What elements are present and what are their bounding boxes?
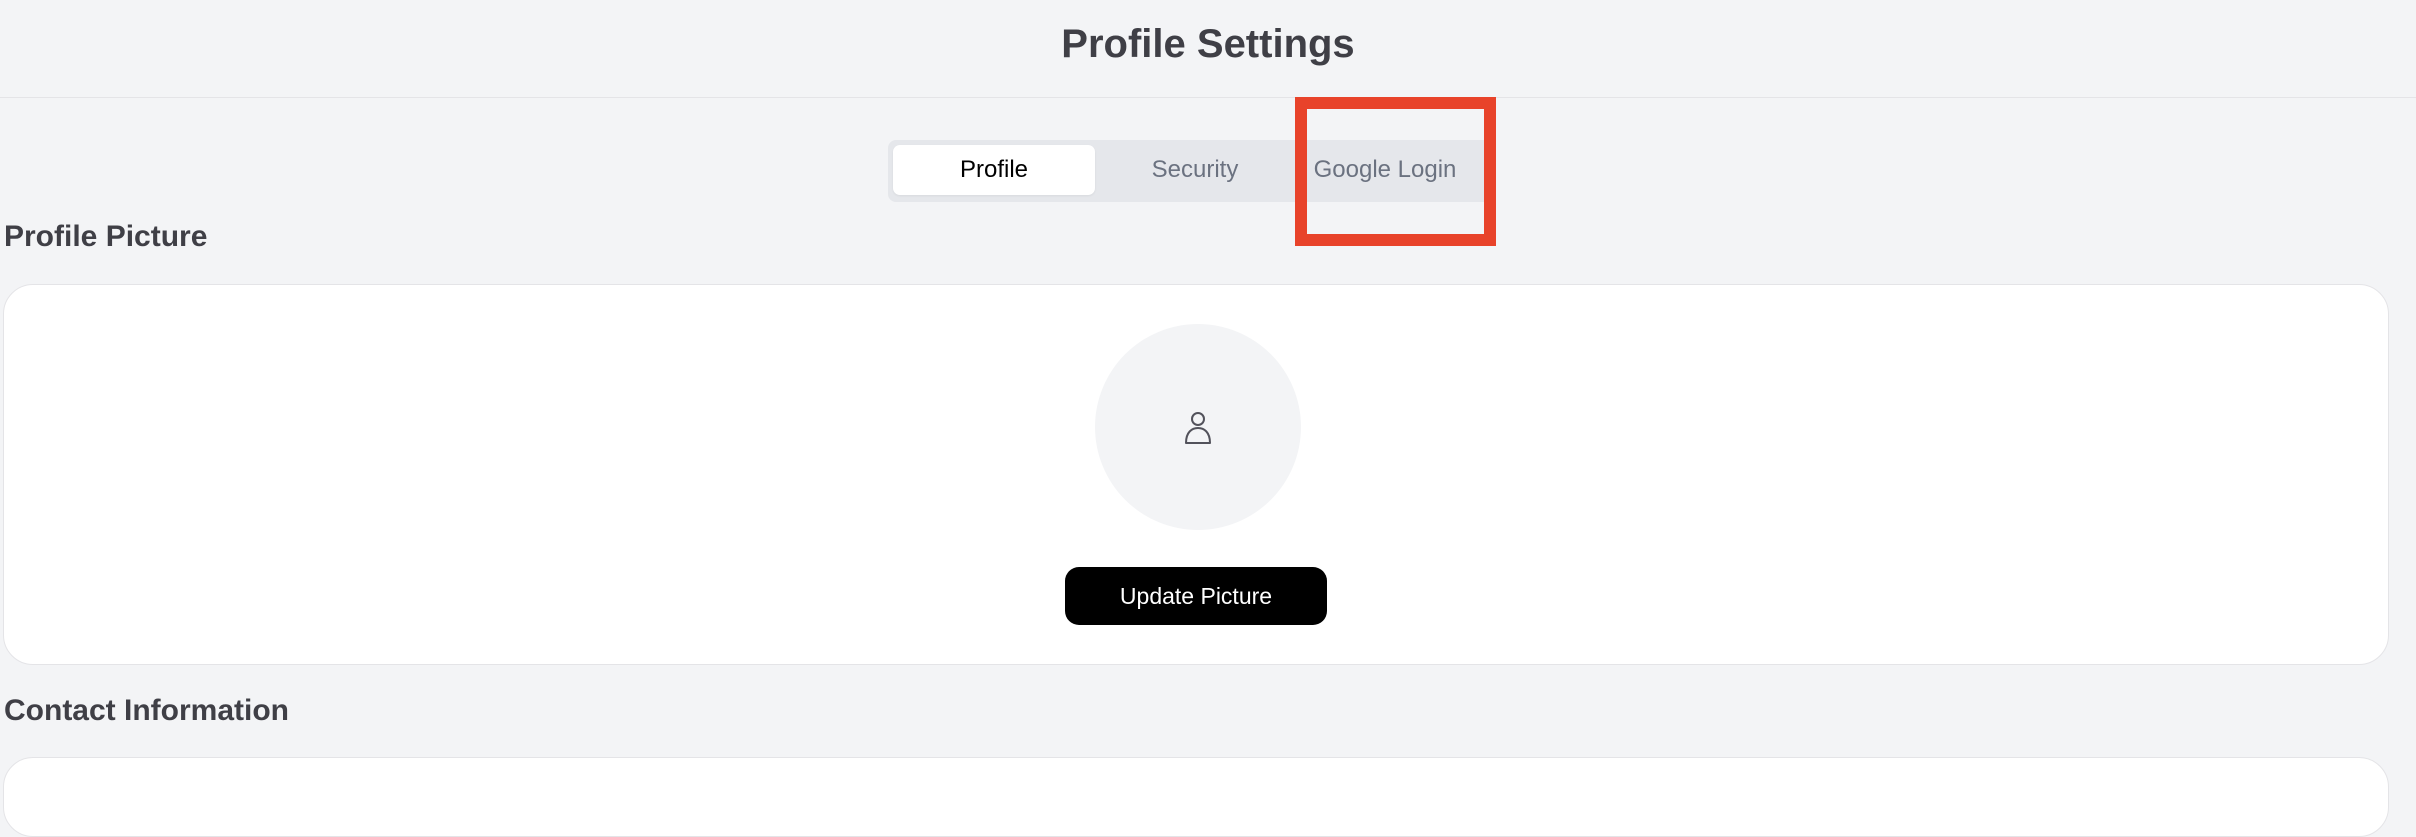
contact-information-card (3, 757, 2389, 837)
page-header: Profile Settings (0, 0, 2416, 98)
tab-google-login[interactable]: Google Login (1284, 145, 1486, 195)
contact-information-heading: Contact Information (4, 694, 289, 727)
profile-picture-heading: Profile Picture (4, 220, 208, 253)
page-title: Profile Settings (1061, 22, 1355, 66)
user-icon (1185, 412, 1211, 444)
profile-picture-card: Update Picture (3, 284, 2389, 665)
tab-profile[interactable]: Profile (893, 145, 1095, 195)
update-picture-button[interactable]: Update Picture (1065, 567, 1327, 625)
avatar (1095, 324, 1301, 530)
settings-tabs: Profile Security Google Login (888, 140, 1492, 202)
tab-security[interactable]: Security (1094, 145, 1296, 195)
